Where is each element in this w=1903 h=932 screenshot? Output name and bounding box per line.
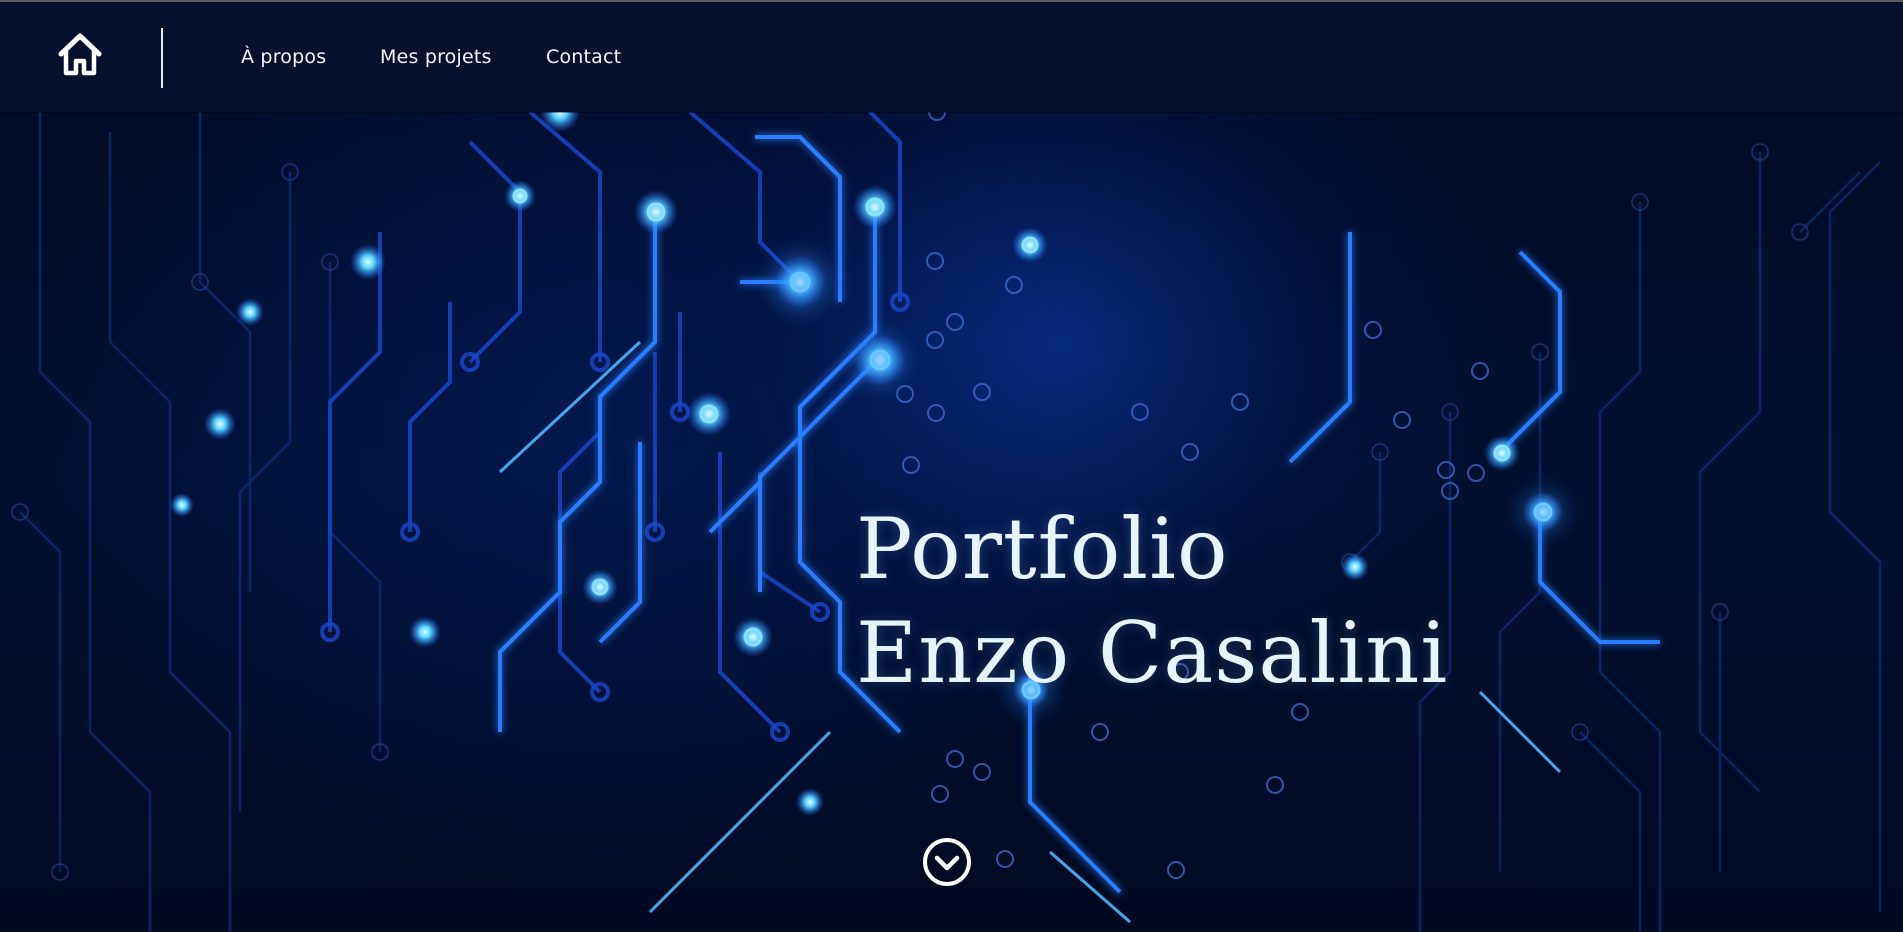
home-button[interactable]: [55, 30, 105, 80]
nav-divider: [161, 28, 163, 88]
nav-link-a-propos[interactable]: À propos: [241, 46, 326, 68]
hero-title-line-1: Portfolio: [856, 500, 1229, 598]
navbar: À propos Mes projets Contact: [0, 2, 1903, 112]
hero-section: Portfolio Enzo Casalini: [0, 112, 1903, 932]
hero-title: Portfolio Enzo Casalini: [856, 497, 1448, 705]
page: À propos Mes projets Contact Portfolio E…: [0, 0, 1903, 932]
nav-link-mes-projets[interactable]: Mes projets: [380, 46, 492, 68]
scroll-down-button[interactable]: [922, 837, 972, 887]
nav-link-contact[interactable]: Contact: [546, 46, 621, 68]
home-icon: [58, 33, 102, 76]
top-border: [0, 0, 1903, 2]
chevron-down-circle-icon: [923, 838, 971, 886]
hero-title-line-2: Enzo Casalini: [856, 604, 1449, 702]
